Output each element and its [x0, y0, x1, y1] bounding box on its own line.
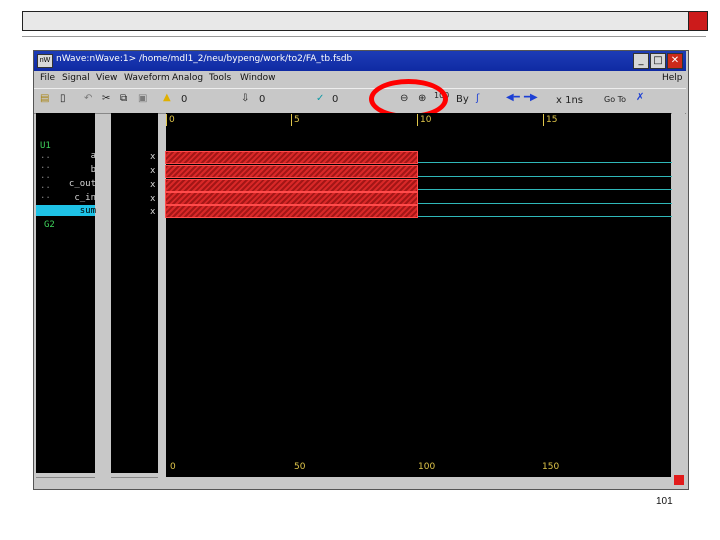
slide-divider [22, 36, 706, 37]
ruler-tick [166, 114, 167, 126]
ruler-label-10: 10 [420, 115, 432, 125]
signal-name-sum[interactable]: sum [56, 206, 96, 216]
signal-value-c-out: x [150, 180, 156, 190]
waveform-a-unknown [165, 151, 418, 164]
waveform-b-line [418, 176, 672, 177]
names-hscroll[interactable] [111, 477, 158, 488]
cursor-time: 0 [181, 94, 188, 105]
menu-analog[interactable]: Analog [172, 73, 203, 83]
menu-window[interactable]: Window [240, 73, 276, 83]
waveform-c-out-unknown [165, 179, 418, 192]
ruler-label-0: 0 [169, 115, 175, 125]
waveform-sum-line [418, 216, 672, 217]
signal-name-b[interactable]: b [56, 165, 96, 175]
menu-help[interactable]: Help [662, 73, 683, 83]
ruler-tick [291, 114, 292, 126]
waveform-c-in-line [418, 203, 672, 204]
marker-icon[interactable]: ⇩ [241, 93, 249, 104]
ruler-tick [543, 114, 544, 126]
ruler-label-15: 15 [546, 115, 558, 125]
document-icon[interactable]: ▯ [60, 93, 66, 104]
signal-name-c-in[interactable]: c_in [56, 193, 96, 203]
page-number: 101 [656, 496, 673, 507]
menu-tools[interactable]: Tools [209, 73, 231, 83]
signal-value-c-in: x [150, 194, 156, 204]
minimize-button[interactable]: _ [633, 53, 649, 69]
cursor-icon[interactable]: ▲ [163, 92, 171, 103]
goto-icon[interactable]: ✗ [636, 92, 644, 103]
bottom-ruler-label-100: 100 [418, 462, 436, 472]
menu-view[interactable]: View [96, 73, 117, 83]
ruler-label-5: 5 [294, 115, 300, 125]
vertical-scrollbar[interactable] [672, 113, 685, 473]
waveform-a-line [418, 162, 672, 163]
menu-file[interactable]: File [40, 73, 55, 83]
slide-header-bar [22, 11, 690, 31]
waveform-c-in-unknown [165, 192, 418, 205]
toolbar [34, 88, 686, 114]
bottom-ruler-label-150: 150 [542, 462, 560, 472]
delta-icon[interactable]: ✓ [316, 93, 324, 104]
undo-icon[interactable]: ↶ [84, 93, 92, 104]
signal-value-a: x [150, 152, 156, 162]
time-unit-label: x 1ns [556, 95, 584, 106]
cut-icon[interactable]: ✂ [102, 93, 110, 104]
open-folder-icon[interactable]: ▤ [40, 93, 49, 104]
bottom-ruler-label-0: 0 [170, 462, 176, 472]
maximize-button[interactable]: □ [650, 53, 666, 69]
menu-waveform[interactable]: Waveform [124, 73, 170, 83]
app-icon: nW [37, 54, 53, 68]
window-title: nWave:nWave:1> /home/mdl1_2/neu/bypeng/w… [56, 54, 353, 64]
tree-connector: .......... [40, 151, 51, 201]
hierarchy-hscroll[interactable] [36, 477, 95, 488]
signal-name-a[interactable]: a [56, 151, 96, 161]
previous-arrow-icon[interactable]: ◀━ [506, 92, 520, 103]
close-button[interactable]: ✕ [667, 53, 683, 69]
next-arrow-icon[interactable]: ━▶ [524, 92, 538, 103]
waveform-b-unknown [165, 165, 418, 178]
paste-icon[interactable]: ▣ [138, 93, 147, 104]
corner-marker [674, 475, 684, 485]
goto-button[interactable]: Go To [604, 95, 626, 104]
time-ruler-top [166, 113, 671, 127]
menu-signal[interactable]: Signal [62, 73, 90, 83]
bottom-ruler-label-50: 50 [294, 462, 306, 472]
ruler-tick [417, 114, 418, 126]
hierarchy-item-g2[interactable]: G2 [44, 220, 55, 230]
waveform-sum-unknown [165, 205, 418, 218]
signal-value-b: x [150, 166, 156, 176]
copy-icon[interactable]: ⧉ [120, 93, 127, 104]
waveform-c-out-line [418, 189, 672, 190]
by-label: By [456, 94, 469, 105]
hierarchy-item-u1[interactable]: U1 [40, 141, 51, 151]
delta-time: 0 [332, 94, 339, 105]
slide-header-accent [688, 11, 708, 31]
signal-value-sum: x [150, 207, 156, 217]
step-icon[interactable]: ʃ [476, 93, 479, 104]
signal-name-c-out[interactable]: c_out [56, 179, 96, 189]
marker-time: 0 [259, 94, 266, 105]
